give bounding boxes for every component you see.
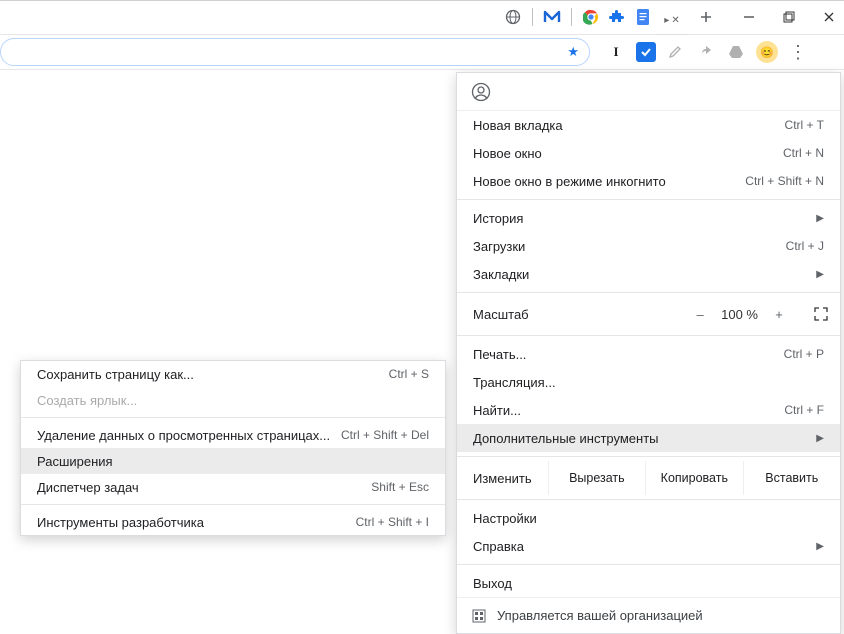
menu-incognito[interactable]: Новое окно в режиме инкогнитоCtrl + Shif…: [457, 167, 840, 195]
docs-icon[interactable]: [634, 8, 652, 26]
chevron-right-icon: ▶: [816, 269, 824, 280]
extensions-area: I 😊 ⋮: [606, 41, 808, 63]
tab-close-icon[interactable]: ✕: [671, 15, 679, 26]
malwarebytes-icon[interactable]: [543, 8, 561, 26]
organization-icon: [471, 608, 487, 624]
more-tools-submenu: Сохранить страницу как...Ctrl + S Создат…: [20, 360, 446, 536]
chevron-right-icon: ▶: [816, 433, 824, 444]
idev-extension-icon[interactable]: I: [606, 42, 626, 62]
maximize-icon[interactable]: [782, 10, 796, 24]
submenu-extensions[interactable]: Расширения: [21, 448, 445, 474]
menu-bookmarks[interactable]: Закладки▶: [457, 260, 840, 288]
submenu-dev-tools[interactable]: Инструменты разработчикаCtrl + Shift + I: [21, 509, 445, 535]
edit-cut[interactable]: Вырезать: [548, 461, 645, 495]
menu-managed-by-org[interactable]: Управляется вашей организацией: [457, 597, 840, 633]
profile-avatar-outline-icon: [471, 82, 491, 102]
menu-new-tab[interactable]: Новая вкладкаCtrl + T: [457, 111, 840, 139]
profile-avatar[interactable]: 😊: [756, 41, 778, 63]
edit-paste[interactable]: Вставить: [743, 461, 840, 495]
menu-downloads[interactable]: ЗагрузкиCtrl + J: [457, 232, 840, 260]
close-icon[interactable]: [822, 10, 836, 24]
main-menu: Новая вкладкаCtrl + T Новое окноCtrl + N…: [456, 72, 841, 634]
submenu-save-as[interactable]: Сохранить страницу как...Ctrl + S: [21, 361, 445, 387]
tab-favicon: ▸: [664, 15, 669, 26]
edit-label: Изменить: [457, 461, 548, 495]
menu-history[interactable]: История▶: [457, 204, 840, 232]
drive-extension-icon[interactable]: [726, 42, 746, 62]
menu-find[interactable]: Найти...Ctrl + F: [457, 396, 840, 424]
omnibox[interactable]: ★: [0, 38, 590, 66]
bookmark-star-icon[interactable]: ★: [567, 44, 579, 60]
zoom-out-button[interactable]: –: [693, 307, 707, 322]
main-menu-button[interactable]: ⋮: [788, 42, 808, 62]
menu-edit-row: Изменить Вырезать Копировать Вставить: [457, 461, 840, 495]
menu-more-tools[interactable]: Дополнительные инструменты▶: [457, 424, 840, 452]
menu-new-window[interactable]: Новое окноCtrl + N: [457, 139, 840, 167]
background-tabs: [504, 8, 652, 26]
menu-print[interactable]: Печать...Ctrl + P: [457, 340, 840, 368]
menu-exit[interactable]: Выход: [457, 569, 840, 597]
submenu-clear-browsing-data[interactable]: Удаление данных о просмотренных страница…: [21, 422, 445, 448]
window-controls: [742, 10, 836, 24]
edit-copy[interactable]: Копировать: [645, 461, 742, 495]
checker-extension-icon[interactable]: [636, 42, 656, 62]
chevron-right-icon: ▶: [816, 541, 824, 552]
minimize-icon[interactable]: [742, 10, 756, 24]
menu-zoom: Масштаб – 100 % +: [457, 297, 840, 331]
menu-help[interactable]: Справка▶: [457, 532, 840, 560]
globe-icon[interactable]: [504, 8, 522, 26]
submenu-task-manager[interactable]: Диспетчер задачShift + Esc: [21, 474, 445, 500]
active-tab[interactable]: ▸ ✕: [656, 5, 688, 35]
highlighter-extension-icon[interactable]: [666, 42, 686, 62]
zoom-in-button[interactable]: +: [772, 307, 786, 322]
puzzle-icon[interactable]: [608, 8, 626, 26]
new-tab-button[interactable]: [692, 10, 720, 24]
sync-extension-icon[interactable]: [696, 42, 716, 62]
menu-cast[interactable]: Трансляция...: [457, 368, 840, 396]
chrome-icon[interactable]: [582, 8, 600, 26]
toolbar: ★ I 😊 ⋮: [0, 34, 844, 70]
menu-settings[interactable]: Настройки: [457, 504, 840, 532]
profile-row[interactable]: [457, 73, 840, 111]
submenu-create-shortcut: Создать ярлык...: [21, 387, 445, 413]
fullscreen-icon[interactable]: [814, 307, 828, 321]
chevron-right-icon: ▶: [816, 213, 824, 224]
tab-strip: ▸ ✕: [0, 0, 844, 34]
zoom-value: 100 %: [721, 307, 758, 322]
